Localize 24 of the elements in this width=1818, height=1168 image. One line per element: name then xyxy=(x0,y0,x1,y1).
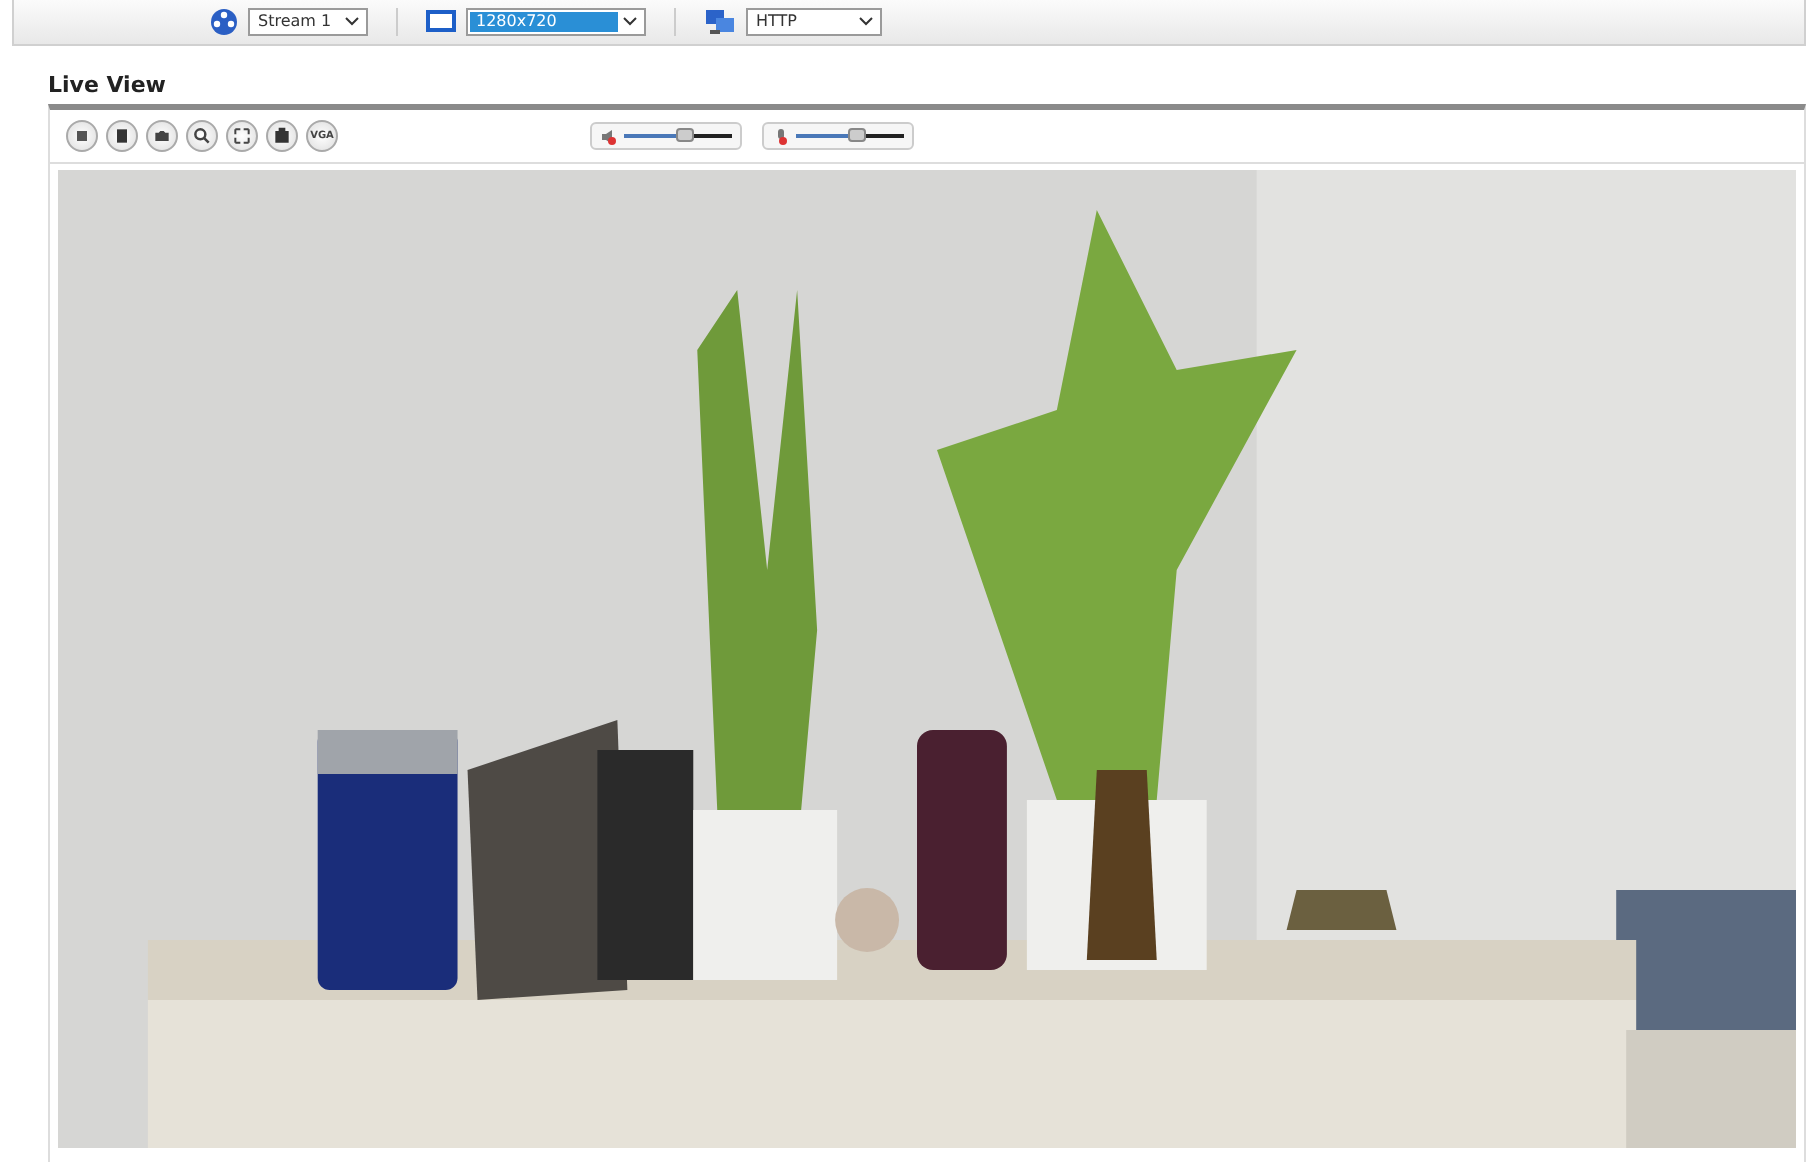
volume-slider[interactable] xyxy=(590,122,742,150)
camera-icon-button[interactable] xyxy=(146,120,178,152)
caret-icon xyxy=(856,14,876,30)
speaker-icon xyxy=(600,127,618,145)
record-icon-button[interactable] xyxy=(266,120,298,152)
section-title: Live View xyxy=(48,74,168,98)
zoom-icon xyxy=(192,126,212,146)
network-icon xyxy=(704,8,736,36)
caret-icon xyxy=(342,14,362,30)
monitor-icon xyxy=(426,10,456,34)
microphone-slider[interactable] xyxy=(762,122,914,150)
square-icon-button[interactable] xyxy=(66,120,98,152)
fullscreen-icon xyxy=(232,126,252,146)
stream-select[interactable]: Stream 1 xyxy=(248,8,368,36)
stop-icon-button[interactable] xyxy=(106,120,138,152)
caret-icon xyxy=(620,14,640,30)
film-reel-icon xyxy=(210,8,238,36)
resolution-select[interactable]: 1280x720 xyxy=(466,8,646,36)
fullscreen-icon-button[interactable] xyxy=(226,120,258,152)
zoom-icon-button[interactable] xyxy=(186,120,218,152)
protocol-select[interactable]: HTTP xyxy=(746,8,882,36)
camera-icon xyxy=(152,126,172,146)
microphone-icon xyxy=(772,127,790,145)
square-icon xyxy=(72,126,92,146)
